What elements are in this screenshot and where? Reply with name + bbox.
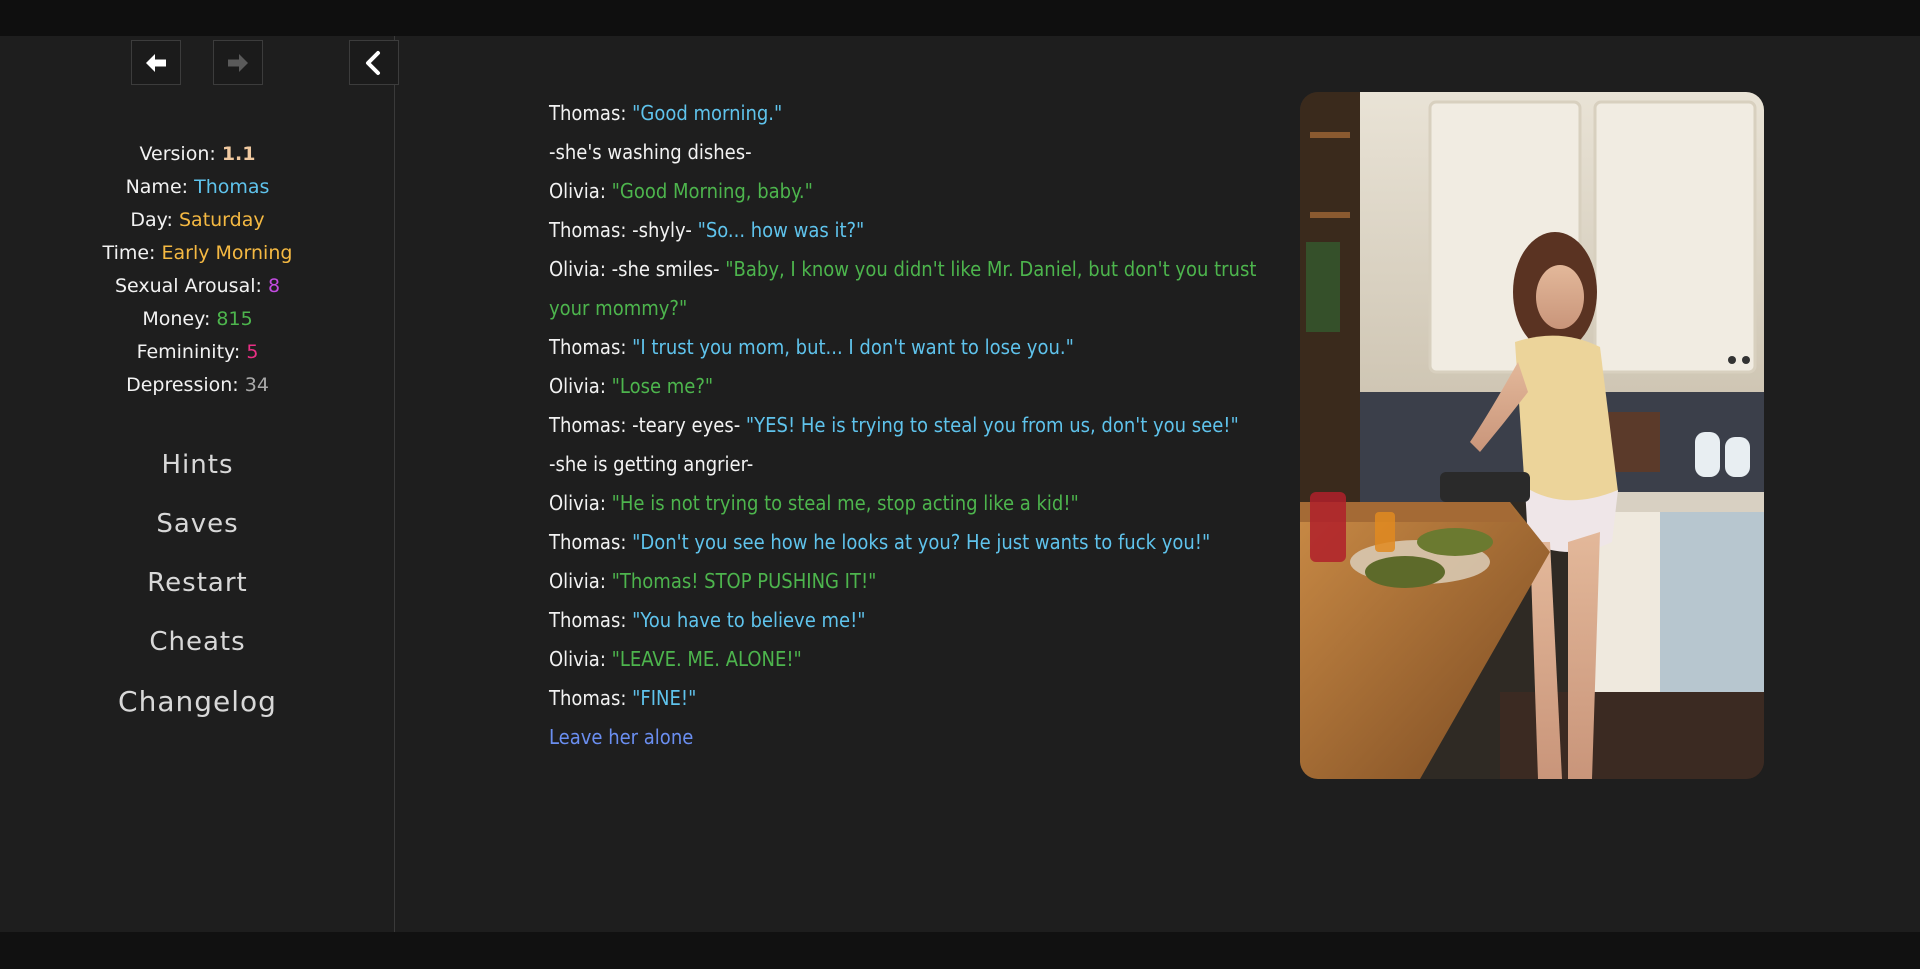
- stat-row: Depression: 34: [0, 369, 395, 402]
- story-line: Thomas: "Good morning.": [549, 94, 1269, 133]
- speaker-name: Thomas:: [549, 335, 627, 359]
- story-line: Thomas: "FINE!": [549, 679, 1269, 718]
- window-bottom-bar: [0, 932, 1920, 969]
- speaker-name: Thomas:: [549, 101, 627, 125]
- speaker-name: Thomas:: [549, 686, 627, 710]
- story-line: -she's washing dishes-: [549, 133, 1269, 172]
- stats-panel: Version: 1.1 Name: Thomas Day: Saturday Tim…: [0, 138, 395, 402]
- story-line: Olivia: "Good Morning, baby.": [549, 172, 1269, 211]
- story-line: -she is getting angrier-: [549, 445, 1269, 484]
- story-line: Thomas: -shyly- "So... how was it?": [549, 211, 1269, 250]
- stat-label: Version:: [139, 143, 216, 165]
- stat-row: Day: Saturday: [0, 204, 395, 237]
- story-line: Olivia: -she smiles- "Baby, I know you d…: [549, 250, 1269, 328]
- action-text: -teary eyes-: [632, 413, 741, 437]
- story-line: Thomas: "You have to believe me!": [549, 601, 1269, 640]
- stat-row: Sexual Arousal: 8: [0, 270, 395, 303]
- dialogue-quote: "Lose me?": [611, 374, 714, 398]
- story-line: Olivia: "Thomas! STOP PUSHING IT!": [549, 562, 1269, 601]
- dialogue-quote: "So... how was it?": [697, 218, 865, 242]
- back-button[interactable]: [131, 40, 181, 85]
- story-line: Olivia: "LEAVE. ME. ALONE!": [549, 640, 1269, 679]
- stat-value: 34: [244, 374, 269, 396]
- action-text: -she is getting angrier-: [549, 452, 754, 476]
- dialogue-quote: "LEAVE. ME. ALONE!": [611, 647, 802, 671]
- kitchen-scene-illustration: [1300, 92, 1764, 779]
- choice-link-leave-her-alone[interactable]: Leave her alone: [549, 718, 693, 757]
- story-passage: Thomas: "Good morning." -she's washing di…: [549, 94, 1269, 757]
- stat-value: 5: [246, 341, 259, 363]
- menu-item-saves[interactable]: Saves: [0, 495, 395, 554]
- arrow-left-icon: [146, 53, 166, 72]
- speaker-name: Olivia:: [549, 569, 606, 593]
- action-text: -she's washing dishes-: [549, 140, 752, 164]
- stat-label: Name:: [125, 176, 189, 198]
- sidebar-menu: Hints Saves Restart Cheats Changelog: [0, 436, 395, 731]
- speaker-name: Olivia:: [549, 491, 606, 515]
- story-line: Thomas: -teary eyes- "YES! He is trying …: [549, 406, 1269, 445]
- speaker-name: Olivia:: [549, 179, 606, 203]
- stat-label: Femininity:: [136, 341, 241, 363]
- dialogue-quote: "Good morning.": [632, 101, 783, 125]
- speaker-name: Thomas:: [549, 530, 627, 554]
- dialogue-quote: "Thomas! STOP PUSHING IT!": [611, 569, 877, 593]
- stat-row: Name: Thomas: [0, 171, 395, 204]
- stat-row: Femininity: 5: [0, 336, 395, 369]
- stat-row: Money: 815: [0, 303, 395, 336]
- story-line: Olivia: "He is not trying to steal me, s…: [549, 484, 1269, 523]
- story-line: Thomas: "I trust you mom, but... I don't…: [549, 328, 1269, 367]
- dialogue-quote: "Good Morning, baby.": [611, 179, 813, 203]
- story-line: Thomas: "Don't you see how he looks at y…: [549, 523, 1269, 562]
- arrow-right-icon: [228, 53, 248, 72]
- menu-item-restart[interactable]: Restart: [0, 554, 395, 613]
- speaker-name: Olivia:: [549, 374, 606, 398]
- action-text: -shyly-: [632, 218, 692, 242]
- game-window: Version: 1.1 Name: Thomas Day: Saturday Tim…: [0, 36, 1920, 932]
- speaker-name: Thomas:: [549, 413, 627, 437]
- stat-value: 815: [216, 308, 253, 330]
- speaker-name: Olivia:: [549, 257, 606, 281]
- speaker-name: Thomas:: [549, 608, 627, 632]
- scene-image: [1300, 92, 1764, 779]
- collapse-sidebar-button[interactable]: [349, 40, 399, 85]
- stat-label: Time:: [102, 242, 156, 264]
- speaker-name: Olivia:: [549, 647, 606, 671]
- stat-row: Version: 1.1: [0, 138, 395, 171]
- stat-label: Day:: [130, 209, 173, 231]
- speaker-name: Thomas:: [549, 218, 627, 242]
- stat-value: 1.1: [221, 143, 256, 165]
- action-text: -she smiles-: [611, 257, 720, 281]
- stat-value: 8: [267, 275, 281, 297]
- stat-label: Sexual Arousal:: [114, 275, 262, 297]
- dialogue-quote: "I trust you mom, but... I don't want to…: [632, 335, 1074, 359]
- stat-label: Depression:: [126, 374, 239, 396]
- dialogue-quote: "FINE!": [632, 686, 697, 710]
- chevron-left-icon: [366, 50, 380, 75]
- dialogue-quote: "YES! He is trying to steal you from us,…: [745, 413, 1239, 437]
- stat-row: Time: Early Morning: [0, 237, 395, 270]
- menu-item-cheats[interactable]: Cheats: [0, 613, 395, 672]
- story-line: Olivia: "Lose me?": [549, 367, 1269, 406]
- dialogue-quote: "You have to believe me!": [632, 608, 866, 632]
- menu-item-hints[interactable]: Hints: [0, 436, 395, 495]
- window-top-bar: [0, 0, 1920, 36]
- stat-value: Thomas: [194, 176, 270, 198]
- stat-value: Saturday: [178, 209, 265, 231]
- sidebar: Version: 1.1 Name: Thomas Day: Saturday Tim…: [0, 36, 399, 932]
- dialogue-quote: "He is not trying to steal me, stop acti…: [611, 491, 1079, 515]
- stat-value: Early Morning: [161, 242, 293, 264]
- menu-item-changelog[interactable]: Changelog: [0, 672, 395, 731]
- forward-button[interactable]: [213, 40, 263, 85]
- dialogue-quote: "Don't you see how he looks at you? He j…: [632, 530, 1211, 554]
- stat-label: Money:: [142, 308, 211, 330]
